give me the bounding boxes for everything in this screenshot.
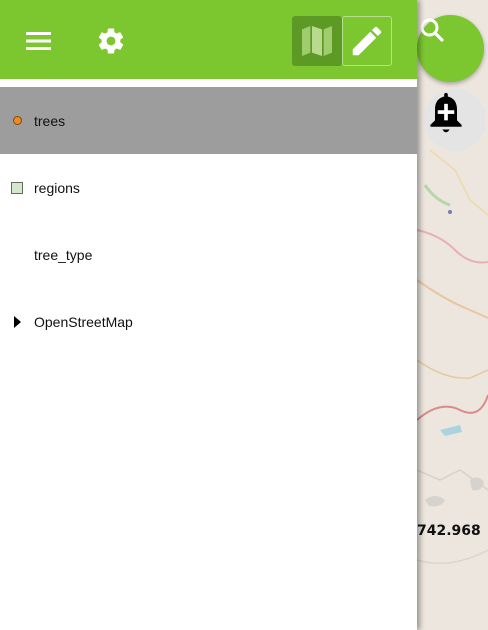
layer-list: trees regions tree_type OpenStreetMap [0, 87, 417, 355]
layer-label: regions [34, 179, 80, 196]
toolbar-divider [0, 79, 417, 87]
bell-plus-icon [430, 92, 462, 133]
layer-label: trees [34, 112, 66, 129]
layer-marker [0, 181, 34, 194]
layer-label: tree_type [34, 246, 93, 263]
layer-item-regions[interactable]: regions [0, 154, 417, 221]
layer-marker [0, 116, 34, 125]
menu-icon [26, 32, 51, 50]
point-layer-icon [12, 116, 22, 125]
map-icon [302, 26, 332, 56]
search-icon [420, 18, 444, 42]
add-alert-button[interactable] [424, 89, 486, 151]
layer-item-openstreetmap[interactable]: OpenStreetMap [0, 288, 417, 355]
layer-item-trees[interactable]: trees [0, 87, 417, 154]
expand-toggle[interactable] [0, 315, 34, 328]
app-screen: 742.968 trees regions tree_type OpenStre… [0, 0, 488, 630]
search-button[interactable] [417, 15, 484, 82]
expand-triangle-icon [13, 315, 21, 328]
settings-button[interactable] [92, 22, 130, 60]
menu-button[interactable] [20, 22, 58, 60]
gear-icon [98, 28, 124, 54]
polygon-layer-icon [11, 181, 23, 194]
pencil-icon [352, 26, 382, 56]
layer-label: OpenStreetMap [34, 313, 133, 330]
layers-drawer: trees regions tree_type OpenStreetMap [0, 0, 417, 630]
map-view-button[interactable] [292, 16, 342, 66]
layer-item-tree-type[interactable]: tree_type [0, 221, 417, 288]
edit-mode-button[interactable] [342, 16, 392, 66]
drawer-toolbar [0, 0, 417, 79]
coordinate-readout: 742.968 [417, 523, 481, 539]
